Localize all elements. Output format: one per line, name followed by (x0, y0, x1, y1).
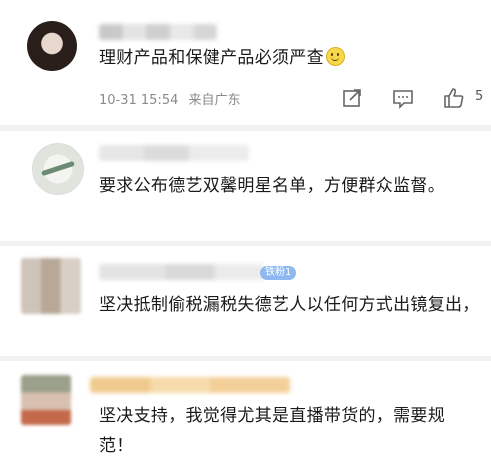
avatar[interactable] (32, 143, 84, 195)
avatar[interactable] (21, 375, 71, 425)
comment-location: 来自广东 (188, 93, 241, 108)
avatar[interactable] (27, 21, 77, 71)
username-blurred[interactable] (99, 264, 264, 280)
comment-meta: 10-31 15:54 来自广东 (99, 89, 247, 108)
comment-text: 要求公布德艺双馨明星名单，方便群众监督。 (99, 176, 445, 196)
username-blurred[interactable] (90, 377, 290, 393)
like-count: 5 (475, 89, 484, 104)
comment-card: 要求公布德艺双馨明星名单，方便群众监督。 (0, 131, 491, 241)
comment-card: 铁粉1 坚决抵制偷税漏税失德艺人以任何方式出镜复出， (0, 246, 491, 356)
comment-time: 10-31 15:54 (99, 93, 179, 108)
comment-card: 理财产品和保健产品必须严查 10-31 15:54 来自广东 5 (0, 0, 491, 125)
comment-card: 坚决支持，我觉得尤其是直播带货的，需要规范！ (0, 361, 491, 463)
smile-emoji-icon (325, 47, 345, 66)
comment-text: 坚决抵制偷税漏税失德艺人以任何方式出镜复出， (99, 295, 480, 315)
thumbs-up-icon[interactable] (442, 86, 466, 110)
comment-text: 理财产品和保健产品必须严查 (99, 43, 484, 73)
avatar[interactable] (21, 258, 81, 314)
username-blurred[interactable] (99, 24, 217, 40)
username-blurred[interactable] (99, 145, 249, 161)
comment-icon[interactable] (391, 86, 415, 110)
avatar-detail (41, 160, 75, 177)
share-icon[interactable] (340, 86, 364, 110)
comment-text: 坚决支持，我觉得尤其是直播带货的，需要规范！ (99, 406, 445, 456)
fan-badge: 铁粉1 (260, 266, 297, 280)
